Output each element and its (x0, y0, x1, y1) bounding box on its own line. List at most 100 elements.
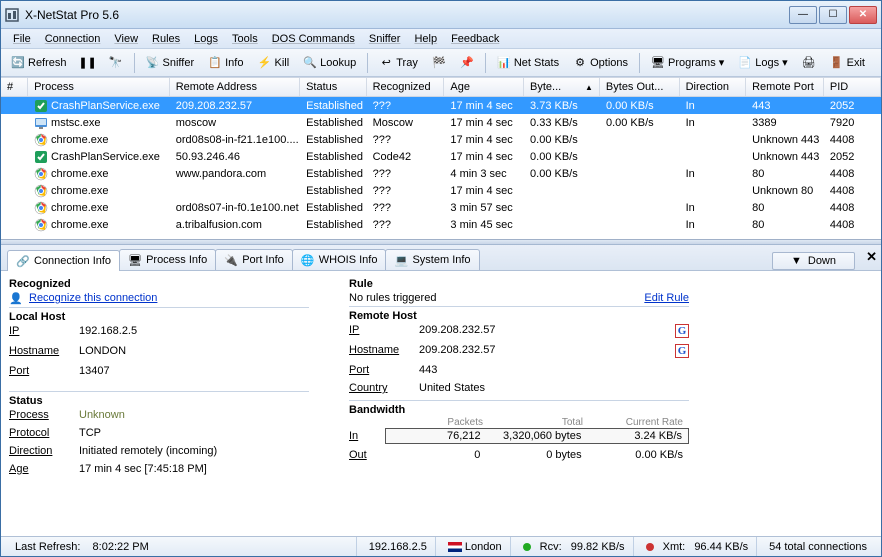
table-cell (1, 97, 28, 114)
table-cell: Established (300, 114, 367, 131)
down-button[interactable]: ▼Down (772, 252, 855, 270)
bw-in-packets: 76,212 (386, 429, 487, 443)
table-row[interactable]: chrome.exeEstablished???17 min 4 secUnkn… (1, 182, 881, 199)
edit-rule-link[interactable]: Edit Rule (644, 292, 689, 304)
menu-help[interactable]: Help (408, 31, 443, 47)
column-header[interactable]: Direction (680, 78, 747, 96)
rdp-icon (34, 116, 48, 130)
table-row[interactable]: chrome.exewww.pandora.comEstablished???4… (1, 165, 881, 182)
user-icon: 👤 (9, 292, 29, 305)
process-name: Unknown (79, 409, 125, 421)
table-cell (170, 182, 300, 199)
table-cell: 2052 (824, 97, 881, 114)
menu-view[interactable]: View (108, 31, 144, 47)
tray-icon: ↩ (379, 56, 393, 70)
tab-system-info[interactable]: 💻System Info (385, 249, 479, 270)
close-button[interactable]: ✕ (849, 6, 877, 24)
sniffer-button[interactable]: 📡Sniffer (140, 53, 201, 73)
tray-button[interactable]: ↩Tray (373, 53, 424, 73)
table-cell: 209.208.232.57 (170, 97, 300, 114)
ch-icon (34, 184, 48, 198)
column-header[interactable]: Status (300, 78, 367, 96)
menu-file[interactable]: File (7, 31, 37, 47)
column-header[interactable]: PID (824, 78, 881, 96)
grid-body[interactable]: CrashPlanService.exe209.208.232.57Establ… (1, 97, 881, 239)
close-panel-icon[interactable]: ✕ (866, 249, 877, 265)
table-row[interactable]: CrashPlanService.exe50.93.246.46Establis… (1, 148, 881, 165)
maximize-button[interactable]: ☐ (819, 6, 847, 24)
table-cell: Established (300, 97, 367, 114)
column-header[interactable]: Byte... ▲ (524, 78, 600, 96)
binoculars-button[interactable]: 🔭 (103, 53, 129, 73)
tab-connection-info[interactable]: 🔗Connection Info (7, 250, 120, 271)
menu-logs[interactable]: Logs (188, 31, 224, 47)
table-cell: 80 (746, 165, 824, 182)
menu-connection[interactable]: Connection (39, 31, 107, 47)
tab-whois-info[interactable]: 🌐WHOIS Info (292, 249, 387, 270)
tab-port-info[interactable]: 🔌Port Info (215, 249, 293, 270)
programs-button[interactable]: 🖥Programs▾ (645, 53, 730, 73)
column-header[interactable]: Recognized (367, 78, 445, 96)
options-button[interactable]: ⚙Options (567, 53, 634, 73)
remote-hostname: 209.208.232.57 (419, 344, 495, 358)
system-icon: 💻 (394, 253, 408, 267)
column-header[interactable]: Process (28, 78, 170, 96)
menu-dos[interactable]: DOS Commands (266, 31, 361, 47)
table-cell: a.tribalfusion.com (170, 216, 300, 233)
last-refresh-time: 8:02:22 PM (93, 541, 149, 553)
pin-button[interactable]: 📌 (454, 53, 480, 73)
menu-tools[interactable]: Tools (226, 31, 264, 47)
window-title: X-NetStat Pro 5.6 (25, 8, 789, 22)
column-header[interactable]: Remote Address (170, 78, 300, 96)
flag-icon: 🏁 (432, 56, 446, 70)
tab-process-info[interactable]: 🖥Process Info (119, 249, 216, 270)
table-cell: 3.73 KB/s (524, 97, 600, 114)
whois-icon: 🌐 (301, 253, 315, 267)
table-row[interactable]: chrome.exeord08s07-in-f0.1e100.netEstabl… (1, 199, 881, 216)
flag-button[interactable]: 🏁 (426, 53, 452, 73)
menu-sniffer[interactable]: Sniffer (363, 31, 407, 47)
table-cell: 17 min 4 sec (444, 148, 524, 165)
options-icon: ⚙ (573, 56, 587, 70)
table-row[interactable]: chrome.exea.tribalfusion.comEstablished?… (1, 216, 881, 233)
pause-button[interactable]: ❚❚ (75, 53, 101, 73)
table-cell (524, 199, 600, 216)
netstats-icon: 📊 (497, 56, 511, 70)
menu-feedback[interactable]: Feedback (445, 31, 505, 47)
table-cell: ??? (367, 97, 445, 114)
grid-header: #ProcessRemote AddressStatusRecognizedAg… (1, 77, 881, 97)
refresh-button[interactable]: 🔄Refresh (5, 53, 73, 73)
column-header[interactable]: Remote Port (746, 78, 824, 96)
port-icon: 🔌 (224, 253, 238, 267)
local-ip: 192.168.2.5 (79, 325, 137, 337)
column-header[interactable]: # (1, 78, 28, 96)
age: 17 min 4 sec [7:45:18 PM] (79, 463, 207, 475)
info-button[interactable]: 📋Info (202, 53, 249, 73)
table-cell: 50.93.246.46 (170, 148, 300, 165)
logs-button[interactable]: 📄Logs▾ (732, 53, 793, 73)
table-row[interactable]: mstsc.exemoscowEstablishedMoscow17 min 4… (1, 114, 881, 131)
column-header[interactable]: Bytes Out... (600, 78, 680, 96)
kill-button[interactable]: ⚡Kill (251, 53, 295, 73)
table-cell (600, 148, 680, 165)
lookup-button[interactable]: 🔍Lookup (297, 53, 362, 73)
detail-panel: Recognized 👤Recognize this connection Lo… (1, 271, 881, 536)
recognize-link[interactable]: Recognize this connection (29, 292, 157, 305)
table-row[interactable]: CrashPlanService.exe209.208.232.57Establ… (1, 97, 881, 114)
print-button[interactable]: 🖨 (796, 53, 822, 73)
google-icon[interactable]: G (675, 324, 689, 338)
table-cell: Unknown 443 (746, 148, 824, 165)
minimize-button[interactable]: — (789, 6, 817, 24)
netstats-button[interactable]: 📊Net Stats (491, 53, 565, 73)
menu-rules[interactable]: Rules (146, 31, 186, 47)
table-cell: ord08s07-in-f0.1e100.net (170, 199, 300, 216)
exit-button[interactable]: 🚪Exit (824, 53, 871, 73)
column-header[interactable]: Age (444, 78, 524, 96)
google-icon[interactable]: G (675, 344, 689, 358)
table-cell: 0.00 KB/s (600, 97, 680, 114)
process-icon: 🖥 (128, 253, 142, 267)
table-cell: mstsc.exe (28, 114, 170, 131)
table-row[interactable]: chrome.exeord08s08-in-f21.1e100....Estab… (1, 131, 881, 148)
table-cell: 0.33 KB/s (524, 114, 600, 131)
rule-text: No rules triggered (349, 292, 436, 304)
